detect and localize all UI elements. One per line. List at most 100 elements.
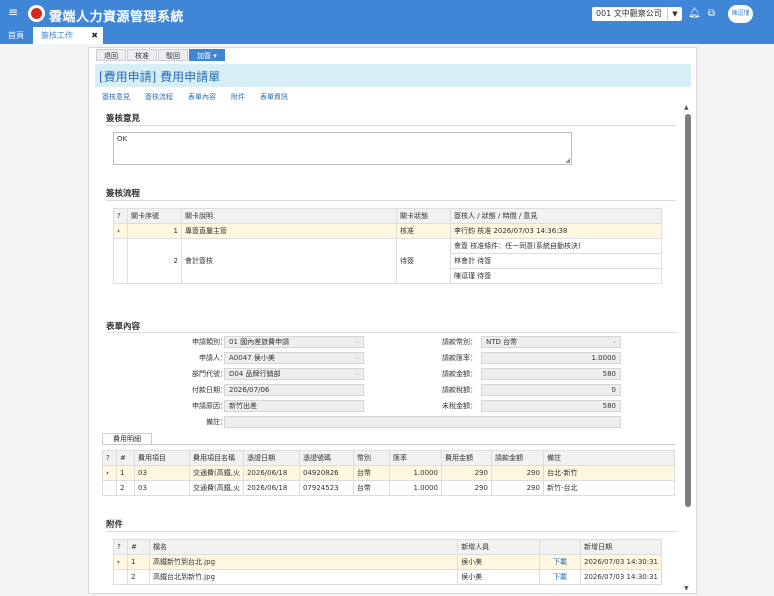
column-header: 費用項目名稱 — [189, 450, 244, 466]
flow-table: ? 關卡序號 關卡說明 關卡狀態 簽核人 / 狀態 / 時間 / 意見 › 1 … — [113, 208, 662, 284]
resize-handle-icon[interactable]: ◢ — [565, 157, 570, 164]
cell: 會簽 核准條件：任一同意(系統自動核決) — [450, 238, 662, 254]
help-icon[interactable]: ? — [113, 208, 128, 224]
form-section-title: 表單內容 — [106, 322, 141, 332]
menu-icon[interactable]: ≡ — [8, 6, 19, 18]
anchor-flow[interactable]: 簽核流程 — [145, 92, 173, 102]
reason-field[interactable]: 新竹出差 — [224, 400, 364, 412]
column-header: 關卡說明 — [181, 208, 397, 224]
section-anchors: 簽核意見 簽核流程 表單內容 附件 表單資訊 — [102, 92, 303, 102]
field-label: 付款日期： — [192, 386, 227, 394]
scroll-down-icon[interactable]: ▼ — [684, 585, 689, 592]
cell: 2 — [127, 238, 182, 284]
download-link[interactable]: 下載 — [539, 569, 581, 585]
tab-home[interactable]: 首頁 — [0, 27, 33, 44]
bell-icon[interactable]: 🔔︎ — [688, 8, 701, 19]
column-header: 請款金額 — [490, 450, 544, 466]
column-header: 憑證號碼 — [298, 450, 354, 466]
table-row[interactable]: 2 高鐵台北到新竹.jpg 侯小美 下載 2026/07/03 14:30:31 — [113, 569, 663, 585]
field-label: 申請人： — [199, 354, 227, 362]
tab-approval[interactable]: 簽核工作 ✖ — [33, 27, 103, 44]
note-field[interactable] — [224, 416, 621, 428]
exchange-rate-field[interactable]: 1.0000 — [481, 352, 621, 364]
pretax-amount-field[interactable]: 580 — [481, 400, 621, 412]
tab-approval-label: 簽核工作 — [41, 31, 73, 40]
column-header: 匯率 — [388, 450, 442, 466]
column-header: 備註 — [542, 450, 676, 466]
windows-icon[interactable]: ⧉ — [706, 8, 717, 19]
attachment-section-title: 附件 — [106, 520, 124, 530]
row-selector-icon[interactable]: › — [102, 465, 117, 481]
divider — [106, 531, 676, 532]
chevron-down-icon: ⌄ — [611, 338, 617, 345]
column-header: 檔名 — [148, 539, 459, 555]
scroll-up-icon[interactable]: ▲ — [684, 104, 689, 111]
scrollbar[interactable]: ▲ ▼ — [684, 104, 692, 592]
close-icon[interactable]: ✖ — [91, 27, 98, 44]
cell: 290 — [490, 480, 544, 496]
department-select[interactable]: D04 品牌行銷部 ⌄ — [224, 368, 364, 380]
anchor-form[interactable]: 表單內容 — [188, 92, 216, 102]
row-selector-icon[interactable] — [102, 480, 117, 496]
cell: 2 — [126, 569, 150, 585]
column-header: # — [116, 450, 135, 466]
table-row[interactable]: › 1 03 交通費(高鐵,火 2026/06/18 04920826 台幣 1… — [102, 465, 676, 481]
anchor-attachment[interactable]: 附件 — [231, 92, 245, 102]
applicant-select[interactable]: A0047 侯小美 ⌄ — [224, 352, 364, 364]
return-button[interactable]: 退回 — [96, 49, 126, 61]
chevron-down-icon: ▼ — [667, 7, 682, 21]
anchor-comment[interactable]: 簽核意見 — [102, 92, 130, 102]
department-select-value: D04 品牌行銷部 — [229, 370, 281, 378]
field-label: 備註： — [206, 418, 227, 426]
table-row[interactable]: › 1 高鐵新竹到台北.jpg 侯小美 下載 2026/07/03 14:30:… — [113, 554, 663, 570]
row-selector-icon[interactable] — [113, 238, 128, 284]
user-avatar[interactable]: 陳逗瑾 — [728, 5, 753, 23]
cell: 高鐵台北到新竹.jpg — [148, 569, 459, 585]
field-label: 申請類別： — [192, 338, 227, 346]
column-header: 關卡狀態 — [396, 208, 451, 224]
column-header: 費用金額 — [440, 450, 492, 466]
comment-section-title: 簽核意見 — [106, 114, 141, 124]
row-selector-icon[interactable] — [113, 569, 128, 585]
add-signer-button[interactable]: 加簽 ▾ — [189, 49, 225, 61]
table-row[interactable]: › 1 專簽直屬主管 核准 李行鈞 核准 2026/07/03 14:36:38 — [113, 223, 662, 239]
tax-amount-field[interactable]: 0 — [481, 384, 621, 396]
cell: 1.0000 — [388, 480, 442, 496]
scrollbar-thumb[interactable] — [685, 114, 691, 507]
anchor-form-info[interactable]: 表單資訊 — [260, 92, 288, 102]
comment-textarea[interactable]: OK ◢ — [113, 132, 572, 165]
currency-select[interactable]: NTD 台幣 ⌄ — [481, 336, 621, 348]
cell: 2026/07/03 14:30:31 — [579, 569, 663, 585]
cell: 07924523 — [298, 480, 354, 496]
row-selector-icon[interactable]: › — [113, 554, 128, 570]
column-header — [539, 539, 581, 555]
chevron-down-icon: ⌄ — [354, 338, 360, 345]
tab-bar: 首頁 簽核工作 ✖ — [0, 27, 774, 44]
table-row[interactable]: 2 會計簽核 待簽 會簽 核准條件：任一同意(系統自動核決) — [113, 238, 662, 284]
applicant-select-value: A0047 侯小美 — [229, 354, 275, 362]
help-icon[interactable]: ? — [113, 539, 128, 555]
expense-detail-table: ? # 費用項目 費用項目名稱 憑證日期 憑證號碼 幣別 匯率 費用金額 請款金… — [102, 450, 676, 496]
approve-button[interactable]: 核准 — [127, 49, 157, 61]
cell: 2 — [116, 480, 135, 496]
cell: 台幣 — [352, 465, 390, 481]
cell: 會計簽核 — [181, 238, 397, 284]
cell: 04920826 — [298, 465, 354, 481]
table-row[interactable]: 2 03 交通費(高鐵,火 2026/06/18 07924523 台幣 1.0… — [102, 480, 676, 496]
cell: 高鐵新竹到台北.jpg — [148, 554, 459, 570]
category-select[interactable]: 01 國內差旅費申請 ⌄ — [224, 336, 364, 348]
claim-amount-field[interactable]: 580 — [481, 368, 621, 380]
reject-button[interactable]: 駁回 — [158, 49, 188, 61]
main-panel: 退回 核准 駁回 加簽 ▾ [費用申請] 費用申請單 簽核意見 簽核流程 表單內… — [88, 47, 697, 594]
payment-date-field[interactable]: 2026/07/06 — [224, 384, 364, 396]
help-icon[interactable]: ? — [102, 450, 117, 466]
column-header: # — [126, 539, 150, 555]
column-header: 關卡序號 — [127, 208, 182, 224]
company-select[interactable]: 001 文中觀察公司 ▼ — [592, 7, 682, 21]
comment-text: OK — [117, 135, 128, 143]
download-link[interactable]: 下載 — [539, 554, 581, 570]
page-title: [費用申請] 費用申請單 — [99, 70, 221, 84]
table-header: ? # 檔名 新增人員 新增日期 — [113, 539, 663, 555]
row-selector-icon[interactable]: › — [113, 223, 128, 239]
divider — [106, 125, 676, 126]
